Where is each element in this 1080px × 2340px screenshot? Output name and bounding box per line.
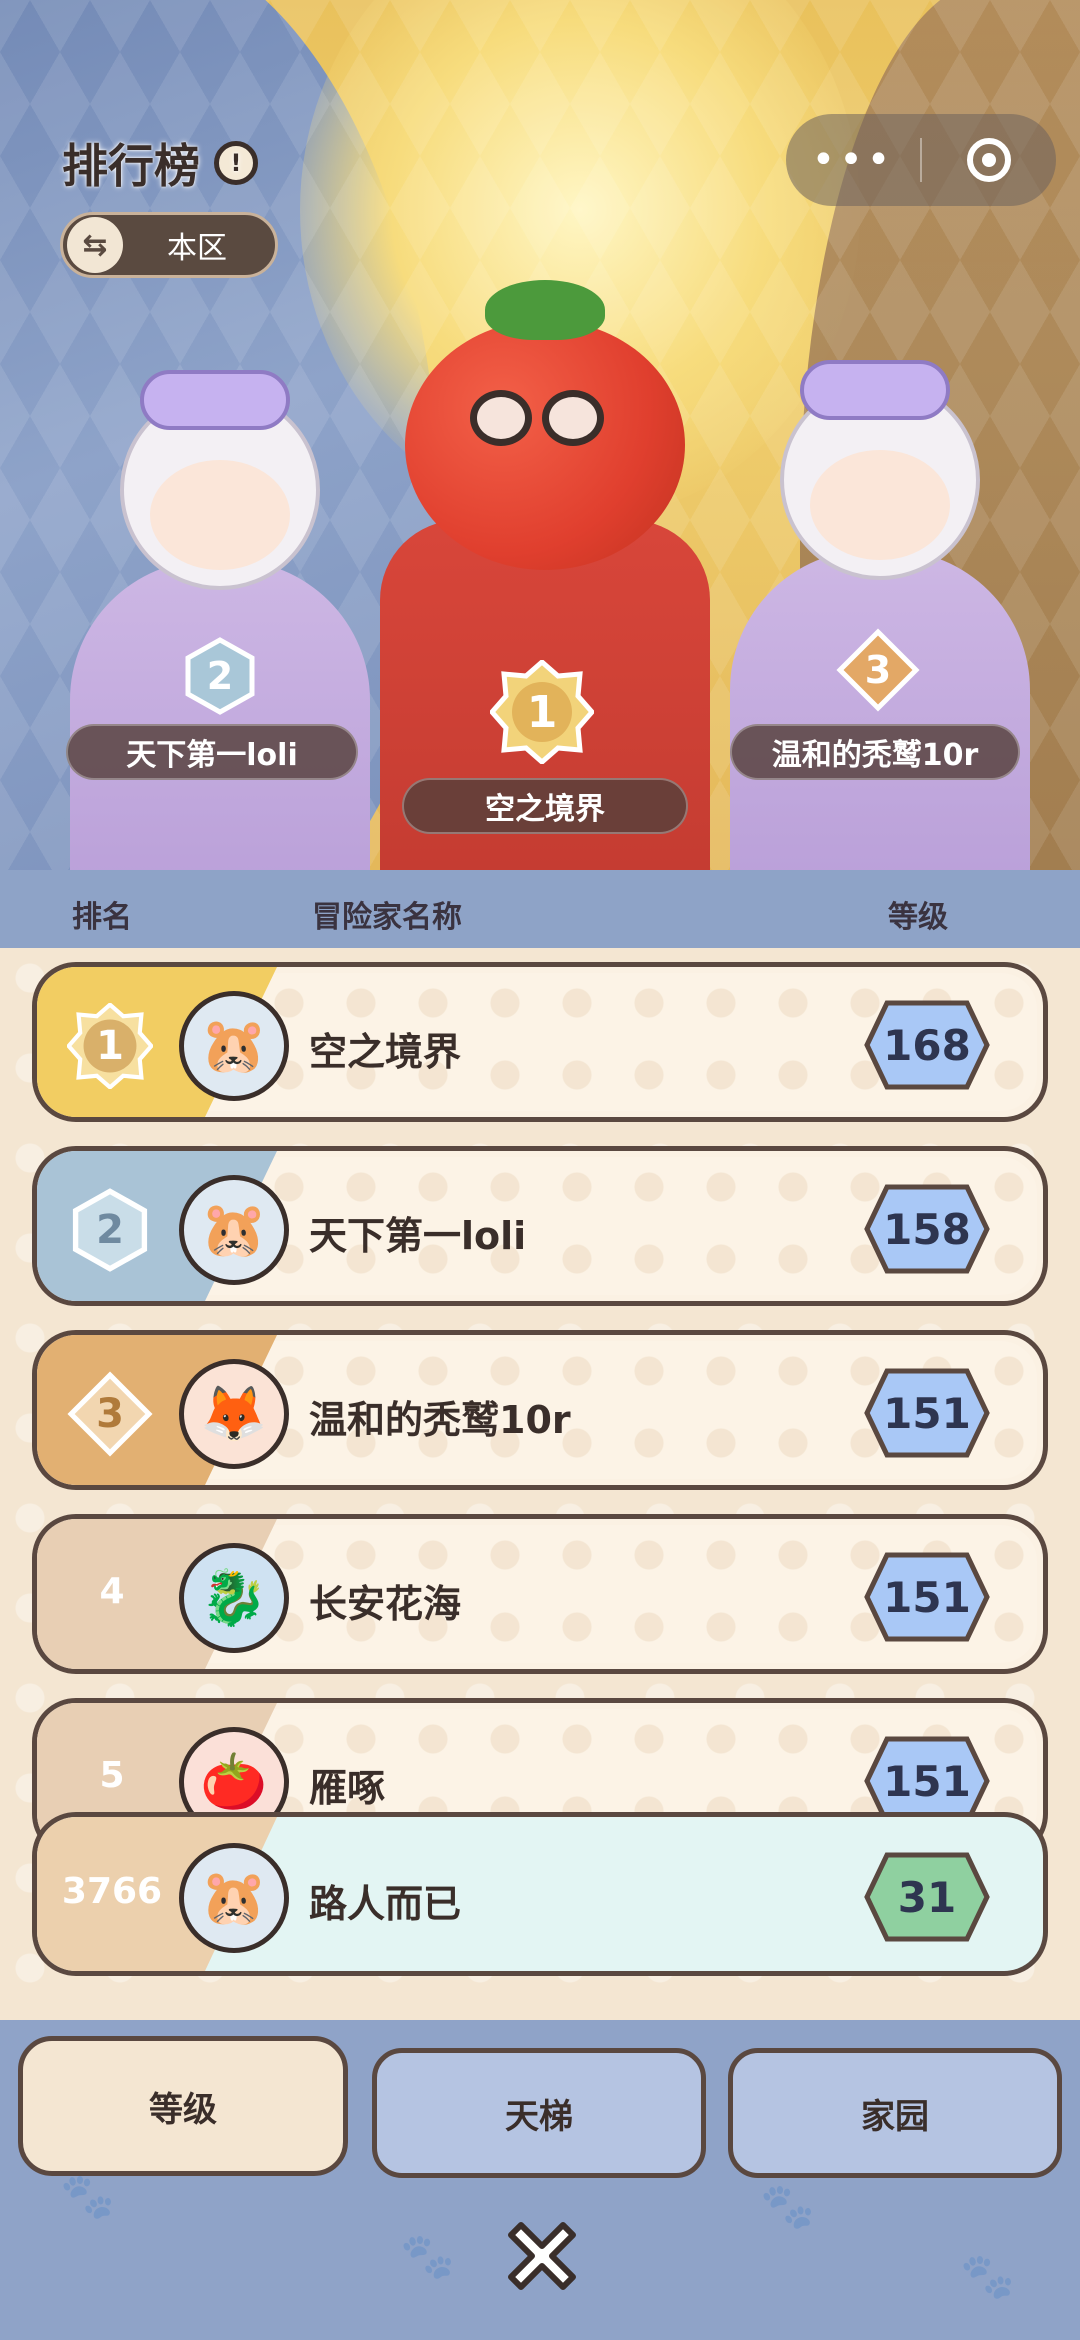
level-badge: 151 (847, 1363, 1007, 1463)
paw-icon: 🐾 (960, 2251, 1015, 2302)
column-header: 排名 冒险家名称 等级 (0, 870, 1080, 948)
tab-ladder[interactable]: 天梯 (372, 2048, 706, 2178)
more-dots-icon[interactable]: ••• (786, 137, 920, 183)
info-icon[interactable]: ! (214, 141, 258, 185)
podium-rank-3-badge: 3 (836, 628, 920, 712)
page-title-text: 排行榜 (62, 139, 200, 193)
page-title: 排行榜 ! (62, 130, 258, 196)
hamster-icon: 🐹 (179, 991, 289, 1101)
close-x-icon[interactable] (492, 2206, 592, 2306)
player-name: 温和的秃鹫10r (309, 1398, 571, 1442)
level-badge: 151 (847, 1547, 1007, 1647)
hamster-icon: 🐹 (179, 1843, 289, 1953)
podium-name-2: 天下第一loli (66, 724, 358, 780)
hamster-icon: 🐹 (179, 1175, 289, 1285)
podium-name-1: 空之境界 (402, 778, 688, 834)
fox-icon: 🦊 (179, 1359, 289, 1469)
swap-icon: ⇆ (67, 217, 123, 273)
column-level: 等级 (888, 900, 948, 935)
table-row[interactable]: 2 🐹 天下第一loli 158 (32, 1146, 1048, 1306)
paw-icon: 🐾 (760, 2181, 815, 2232)
paw-icon: 🐾 (60, 2171, 115, 2222)
rank-number: 5 (99, 1755, 125, 1796)
column-name: 冒险家名称 (312, 900, 462, 935)
region-label: 本区 (167, 231, 227, 266)
player-name: 天下第一loli (309, 1214, 527, 1258)
table-row[interactable]: 1 🐹 空之境界 168 (32, 962, 1048, 1122)
rank-number: 4 (99, 1571, 125, 1612)
paw-icon: 🐾 (400, 2231, 455, 2282)
tab-level[interactable]: 等级 (18, 2036, 348, 2176)
tab-home[interactable]: 家园 (728, 2048, 1062, 2178)
player-name: 空之境界 (309, 1030, 462, 1074)
target-circle-icon[interactable] (922, 138, 1056, 182)
podium-name-3: 温和的秃鹫10r (730, 724, 1020, 780)
rank-1-badge: 1 (67, 1003, 153, 1089)
miniprogram-capsule: ••• (786, 114, 1056, 206)
self-rank-number: 3766 (61, 1871, 163, 1912)
region-selector[interactable]: ⇆ 本区 (60, 212, 278, 278)
dragon-icon: 🐉 (179, 1543, 289, 1653)
player-name: 长安花海 (309, 1582, 462, 1626)
column-rank: 排名 (72, 900, 132, 935)
table-row[interactable]: 3 🦊 温和的秃鹫10r 151 (32, 1330, 1048, 1490)
self-player-name: 路人而已 (309, 1882, 462, 1926)
self-rank-row[interactable]: 3766 🐹 路人而已 31 (32, 1812, 1048, 1976)
rank-3-badge: 3 (67, 1371, 153, 1457)
level-badge: 158 (847, 1179, 1007, 1279)
podium-rank-1-badge: 1 (490, 660, 594, 764)
table-row[interactable]: 4 🐉 长安花海 151 (32, 1514, 1048, 1674)
player-name: 雁啄 (309, 1766, 386, 1810)
rank-2-badge: 2 (67, 1187, 153, 1273)
self-level-badge: 31 (847, 1847, 1007, 1947)
podium-rank-2-badge: 2 (180, 636, 260, 716)
level-badge: 168 (847, 995, 1007, 1095)
